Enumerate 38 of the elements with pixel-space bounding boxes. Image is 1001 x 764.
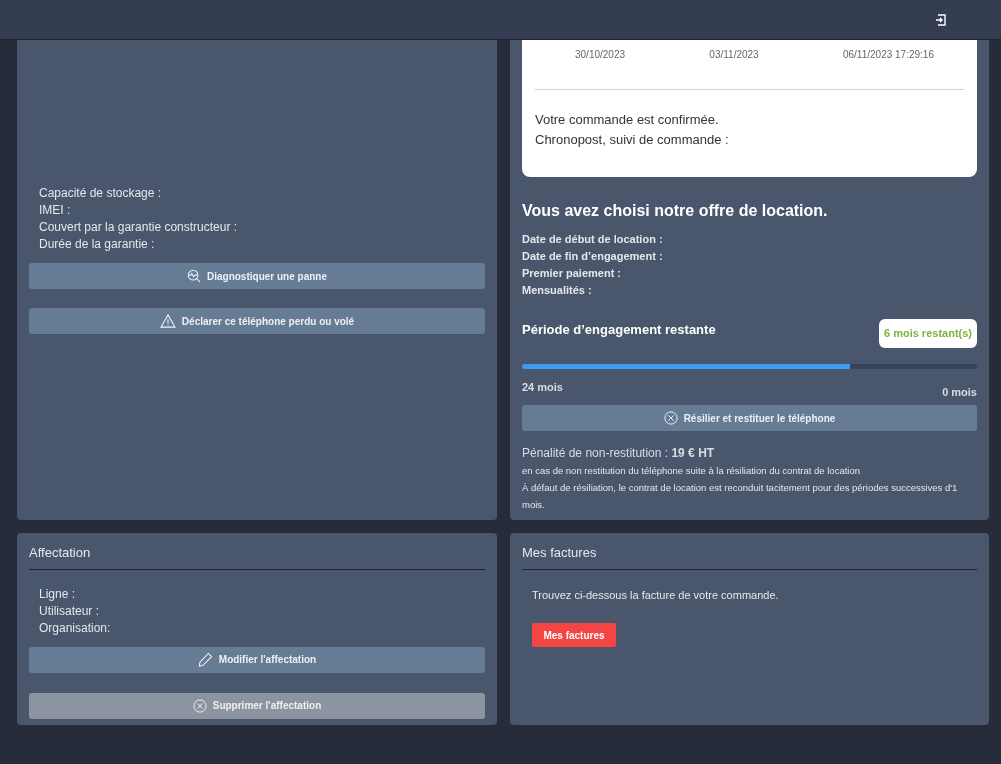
scale-label: 0 mois bbox=[942, 384, 977, 400]
panel-title: Affectation bbox=[29, 533, 485, 570]
order-date: 03/11/2023 bbox=[709, 48, 759, 62]
action-button[interactable]: Modifier l'affectation bbox=[29, 646, 485, 673]
action-button[interactable]: Diagnostiquer une panne bbox=[29, 263, 485, 289]
logout-icon[interactable] bbox=[935, 13, 946, 26]
note-text: en cas de non restitution du téléphone suite à la résiliation du contrat de location bbox=[522, 464, 861, 478]
warning-icon bbox=[159, 314, 176, 328]
field-label: Date de début de location : bbox=[522, 232, 664, 247]
field-label: Couvert par la garantie constructeur : bbox=[39, 219, 239, 236]
field-label: Ligne : bbox=[39, 585, 77, 603]
field-label: Date de fin d’engagement : bbox=[522, 249, 664, 264]
penalty-text: Pénalité de non-restitution : 19 € HT bbox=[522, 445, 716, 462]
magnifier-icon bbox=[187, 269, 201, 283]
field-label: Capacité de stockage : bbox=[39, 185, 163, 202]
offer-title: Vous avez choisi notre offre de location. bbox=[522, 201, 829, 221]
cross-circle-icon bbox=[663, 411, 678, 425]
field-label: Premier paiement : bbox=[522, 266, 623, 281]
action-button[interactable]: Résilier et restituer le téléphone bbox=[522, 405, 977, 431]
period-title: Période d’engagement restante bbox=[522, 320, 716, 339]
cross-circle-icon bbox=[192, 698, 207, 713]
order-message: Votre commande est confirmée. bbox=[535, 111, 720, 129]
invoice-text: Trouvez ci-dessous la facture de votre commande. bbox=[531, 587, 780, 603]
action-button[interactable]: Déclarer ce téléphone perdu ou volé bbox=[29, 308, 485, 334]
remaining-badge: 6 mois restant(s) bbox=[878, 319, 977, 348]
field-label: Durée de la garantie : bbox=[39, 236, 156, 253]
order-message: Chronopost, suivi de commande : bbox=[535, 131, 730, 149]
order-date: 30/10/2023 bbox=[575, 48, 626, 62]
invoices-button[interactable]: Mes factures bbox=[532, 623, 616, 647]
field-label: Mensualités : bbox=[522, 283, 593, 298]
field-label: IMEI : bbox=[39, 202, 72, 219]
scale-label: 24 mois bbox=[522, 379, 563, 395]
pencil-icon bbox=[197, 652, 213, 667]
panel-title: Mes factures bbox=[522, 533, 977, 570]
field-label: Utilisateur : bbox=[39, 602, 101, 620]
note-text: À défaut de résiliation, le contrat de location est reconduit tacitement pour des périodes successives d'1 mois. bbox=[522, 481, 959, 512]
field-label: Organisation: bbox=[39, 619, 112, 637]
order-date: 06/11/2023 17:29:16 bbox=[842, 48, 934, 62]
